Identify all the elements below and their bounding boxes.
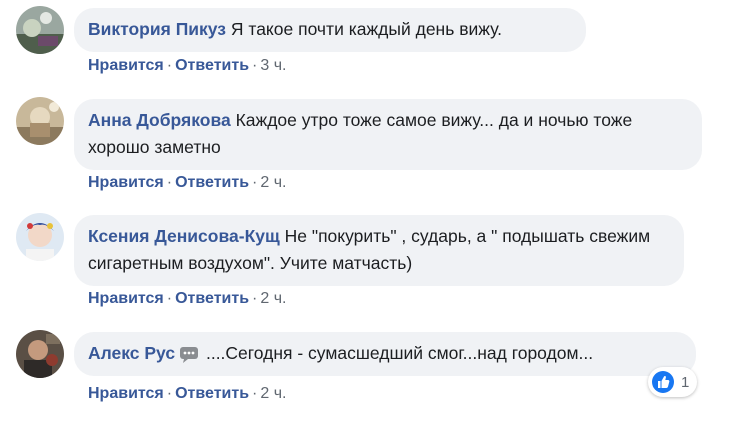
comment-text: Я такое почти каждый день вижу. (230, 19, 503, 39)
comment-author-link[interactable]: Ксения Денисова-Кущ (88, 226, 285, 246)
separator: · (166, 57, 173, 74)
comment-timestamp[interactable]: 3 ч. (260, 57, 286, 74)
separator: · (166, 174, 173, 191)
comment-author-link[interactable]: Анна Добрякова (88, 110, 236, 130)
avatar-photo (16, 330, 64, 378)
comment-actions: Нравится · Ответить · 2 ч. (88, 385, 286, 403)
reply-link[interactable]: Ответить (175, 290, 249, 307)
avatar-photo (16, 6, 64, 54)
avatar-photo (16, 213, 64, 261)
comment-text: ....Сегодня - сумасшедший смог...над гор… (205, 343, 594, 363)
separator: · (252, 385, 258, 402)
reply-link[interactable]: Ответить (175, 174, 249, 191)
reaction-summary[interactable]: 1 (648, 367, 698, 397)
separator: · (166, 290, 173, 307)
avatar[interactable] (16, 6, 64, 54)
avatar-photo (16, 97, 64, 145)
avatar[interactable] (16, 330, 64, 378)
like-reaction-icon (652, 371, 674, 393)
chat-badge-icon (180, 347, 199, 363)
reaction-count: 1 (681, 373, 690, 391)
separator: · (252, 174, 258, 191)
comment-timestamp[interactable]: 2 ч. (260, 385, 286, 402)
like-link[interactable]: Нравится (88, 290, 164, 307)
comment-bubble: Ксения Денисова-Кущ Не "покурить" , суда… (74, 215, 684, 286)
comment-actions: Нравится · Ответить · 2 ч. (88, 290, 286, 308)
like-link[interactable]: Нравится (88, 57, 164, 74)
comment-bubble: Виктория Пикуз Я такое почти каждый день… (74, 8, 586, 52)
separator: · (166, 385, 173, 402)
comment-timestamp[interactable]: 2 ч. (260, 290, 286, 307)
separator: · (252, 57, 258, 74)
reply-link[interactable]: Ответить (175, 385, 249, 402)
avatar[interactable] (16, 97, 64, 145)
avatar[interactable] (16, 213, 64, 261)
comment-author-link[interactable]: Алекс Рус (88, 343, 175, 363)
like-link[interactable]: Нравится (88, 174, 164, 191)
separator: · (252, 290, 258, 307)
like-link[interactable]: Нравится (88, 385, 164, 402)
comment-actions: Нравится · Ответить · 3 ч. (88, 57, 286, 75)
comment-timestamp[interactable]: 2 ч. (260, 174, 286, 191)
comment-actions: Нравится · Ответить · 2 ч. (88, 174, 286, 192)
reply-link[interactable]: Ответить (175, 57, 249, 74)
comment-bubble: Анна Добрякова Каждое утро тоже самое ви… (74, 99, 702, 170)
comment-bubble: Алекс Рус ....Сегодня - сумасшедший смог… (74, 332, 696, 376)
comment-author-link[interactable]: Виктория Пикуз (88, 19, 231, 39)
